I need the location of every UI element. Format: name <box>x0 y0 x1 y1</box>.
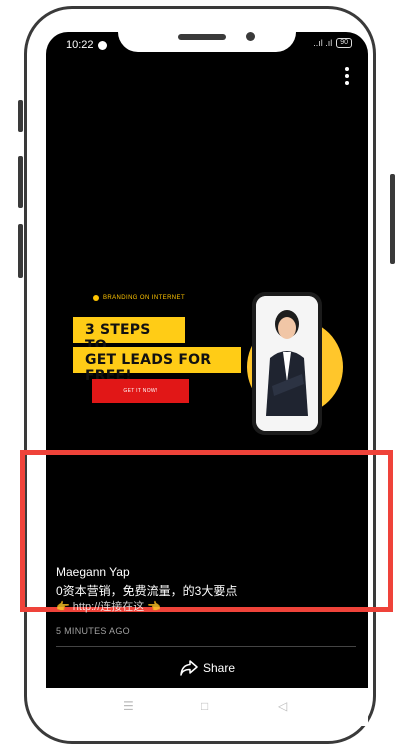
status-time: 10:22 <box>66 39 94 51</box>
battery-icon: 90 <box>336 38 352 48</box>
post-link[interactable]: http://连接在这 <box>73 601 145 613</box>
promo-cta-button: GET IT NOW! <box>92 379 189 403</box>
post-time: 5 MINUTES AGO <box>56 626 130 636</box>
promo-headline-2: GET LEADS FOR FREE! <box>73 347 241 384</box>
share-button[interactable]: Share <box>180 658 250 678</box>
arrow-left-icon: 👈 <box>147 601 162 613</box>
divider <box>56 646 356 647</box>
branding-dot-icon <box>93 295 99 301</box>
person-illustration-icon <box>256 296 318 431</box>
camera-icon <box>246 32 255 41</box>
share-label: Share <box>203 661 236 675</box>
post-caption: 0资本营销，免费流量，的3大要点 <box>56 584 238 598</box>
messenger-icon <box>98 41 107 50</box>
phone-button-right <box>390 174 395 264</box>
signal-icon: ..ıl .ıl <box>313 38 333 48</box>
phone-button-left-2 <box>18 156 23 208</box>
branding-text: BRANDING ON INTERNET <box>103 295 186 301</box>
post-author: Maegann Yap <box>56 565 130 579</box>
menu-icon[interactable]: ☰ <box>123 700 134 712</box>
share-icon <box>180 660 198 676</box>
promo-headline-1: 3 STEPS TO <box>73 317 185 354</box>
portrait-image <box>256 296 318 431</box>
post-link-row[interactable]: 👉 http://连接在这 👈 <box>56 598 161 614</box>
phone-button-left <box>18 100 23 132</box>
home-icon[interactable]: □ <box>201 700 208 712</box>
speaker-icon <box>178 34 226 40</box>
branding-label: BRANDING ON INTERNET <box>93 295 185 301</box>
promo-image: BRANDING ON INTERNET 3 STEPS TO GET LEAD… <box>46 286 368 446</box>
more-options-icon[interactable] <box>344 67 350 85</box>
android-nav-bar: ☰ □ ◁ <box>46 688 368 726</box>
phone-notch <box>118 20 296 52</box>
arrow-right-icon: 👉 <box>56 601 70 613</box>
phone-button-left-3 <box>18 224 23 278</box>
promo-phone-image <box>252 292 322 435</box>
back-icon[interactable]: ◁ <box>278 700 287 712</box>
status-indicators: ..ıl .ıl 90 <box>313 38 352 48</box>
